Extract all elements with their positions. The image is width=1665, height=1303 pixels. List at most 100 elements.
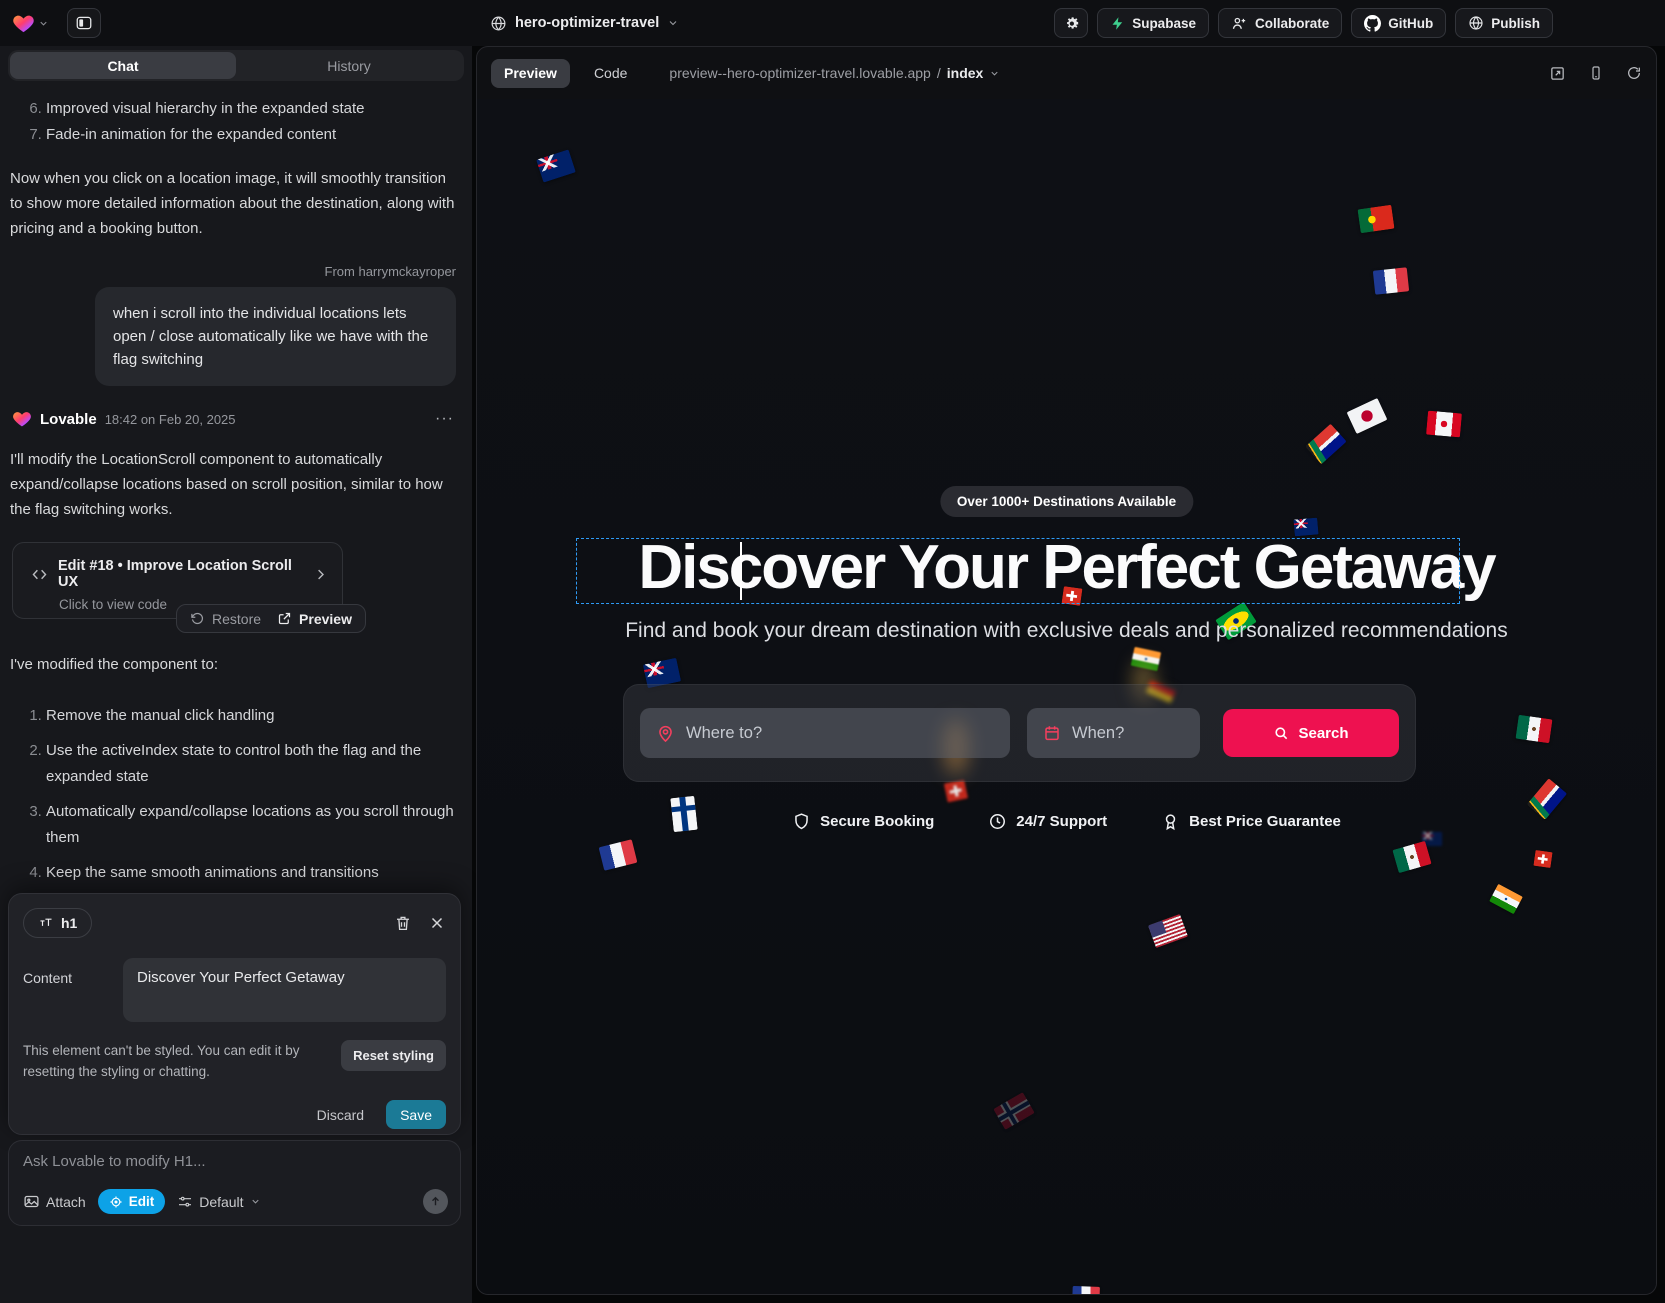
mobile-view-button[interactable] [1588, 65, 1604, 82]
lovable-heart-icon [12, 409, 32, 429]
assistant-paragraph: I've modified the component to: [10, 652, 462, 677]
preview-url[interactable]: preview--hero-optimizer-travel.lovable.a… [669, 65, 1000, 81]
edit-card-wrap: Edit #18 • Improve Location Scroll UX Cl… [12, 542, 352, 634]
search-icon [1273, 725, 1289, 741]
code-icon [31, 566, 48, 583]
lovable-heart-icon [12, 12, 35, 35]
style-note: This element can't be styled. You can ed… [23, 1040, 335, 1082]
flag-mx-icon [1515, 715, 1552, 743]
assistant-list-continued: Improved visual hierarchy in the expande… [46, 96, 462, 148]
chevron-down-icon [38, 18, 49, 29]
tab-code[interactable]: Code [581, 59, 640, 88]
toggle-sidebar-button[interactable] [67, 8, 101, 38]
flag-jp-icon [1347, 398, 1388, 434]
external-link-icon [277, 611, 292, 626]
flag-ch-icon [944, 779, 968, 802]
content-textarea[interactable]: Discover Your Perfect Getaway [123, 958, 446, 1022]
mode-selector[interactable]: Default [177, 1194, 260, 1210]
restore-button[interactable]: Restore [190, 611, 261, 627]
open-in-new-tab-button[interactable] [1549, 65, 1566, 82]
assistant-paragraph: Now when you click on a location image, … [10, 166, 462, 241]
destinations-badge: Over 1000+ Destinations Available [940, 486, 1193, 517]
flag-pt-icon [1357, 205, 1394, 233]
chevron-down-icon [989, 68, 1000, 79]
feature-secure-booking: Secure Booking [792, 812, 934, 831]
composer-input[interactable] [23, 1153, 446, 1170]
hero-title[interactable]: Discover Your Perfect Getaway [477, 532, 1656, 603]
date-field[interactable] [1027, 708, 1200, 758]
assistant-message-header: Lovable 18:42 on Feb 20, 2025 ··· [10, 409, 462, 429]
preview-version-button[interactable]: Preview [277, 611, 352, 627]
flag-fr-icon [1373, 267, 1409, 294]
map-pin-icon [656, 724, 675, 743]
tab-chat[interactable]: Chat [10, 52, 236, 79]
shield-icon [792, 812, 811, 831]
element-editor-panel: h1 Content Discover Your Perfect Getaway… [8, 893, 461, 1135]
typography-icon [38, 916, 54, 930]
close-panel-button[interactable] [428, 914, 446, 932]
when-input[interactable] [1072, 724, 1184, 743]
assistant-name: Lovable [40, 411, 97, 428]
send-button[interactable] [423, 1189, 448, 1214]
where-to-input[interactable] [686, 724, 994, 743]
globe-icon [1468, 15, 1484, 31]
hero-subtitle: Find and book your dream destination wit… [477, 619, 1656, 643]
preview-frame: Preview Code preview--hero-optimizer-tra… [476, 46, 1657, 1295]
settings-button[interactable] [1054, 8, 1088, 38]
message-timestamp: 18:42 on Feb 20, 2025 [105, 412, 236, 427]
restore-preview-pill: Restore Preview [176, 604, 366, 633]
panel-toggle-icon [75, 14, 93, 32]
chevron-down-icon [250, 1196, 261, 1207]
supabase-button[interactable]: Supabase [1097, 8, 1209, 38]
flag-za-icon [1305, 424, 1346, 465]
edit-card-title: Edit #18 • Improve Location Scroll UX [58, 558, 293, 590]
search-card: Search [623, 684, 1416, 782]
element-tag-chip[interactable]: h1 [23, 908, 92, 938]
gear-icon [1063, 15, 1080, 32]
sliders-icon [177, 1194, 193, 1210]
assistant-paragraph: I'll modify the LocationScroll component… [10, 447, 462, 522]
reset-styling-button[interactable]: Reset styling [341, 1040, 446, 1071]
github-button[interactable]: GitHub [1351, 8, 1446, 38]
collaborate-button[interactable]: Collaborate [1218, 8, 1342, 38]
image-icon [23, 1193, 40, 1210]
list-item: Automatically expand/collapse locations … [46, 799, 462, 851]
element-tag-label: h1 [61, 915, 77, 931]
flag-au-icon [536, 149, 576, 182]
list-item: Improved visual hierarchy in the expande… [46, 96, 462, 122]
target-icon [109, 1195, 123, 1209]
url-page: index [947, 65, 984, 81]
chat-composer: Attach Edit Default [8, 1140, 461, 1226]
feature-row: Secure Booking 24/7 Support Best Price G… [477, 812, 1656, 831]
delete-element-button[interactable] [394, 914, 412, 932]
tab-preview[interactable]: Preview [491, 59, 570, 88]
calendar-icon [1043, 724, 1061, 742]
search-button[interactable]: Search [1223, 709, 1399, 757]
preview-viewport[interactable]: Over 1000+ Destinations Available Discov… [477, 99, 1656, 1295]
attach-button[interactable]: Attach [23, 1193, 86, 1210]
refresh-button[interactable] [1626, 65, 1642, 82]
globe-icon [490, 15, 507, 32]
flag-ca-icon [1426, 411, 1462, 438]
tab-history[interactable]: History [236, 52, 462, 79]
flag-fr-icon [599, 839, 638, 871]
message-menu-button[interactable]: ··· [429, 410, 460, 428]
flag-mx-icon [1392, 841, 1431, 873]
users-icon [1231, 15, 1248, 32]
project-selector[interactable]: hero-optimizer-travel [490, 8, 679, 38]
chat-scroll[interactable]: Improved visual hierarchy in the expande… [0, 96, 472, 921]
destination-field[interactable] [640, 708, 1010, 758]
content-label: Content [23, 958, 123, 1022]
feature-price-guarantee: Best Price Guarantee [1161, 812, 1341, 831]
discard-button[interactable]: Discard [317, 1107, 364, 1123]
flag-in-icon [1489, 884, 1523, 914]
edit-mode-pill[interactable]: Edit [98, 1189, 166, 1214]
award-icon [1161, 812, 1180, 831]
arrow-up-icon [429, 1195, 442, 1208]
lovable-logo-menu[interactable] [12, 12, 49, 35]
feature-support: 24/7 Support [988, 812, 1107, 831]
assistant-steps-list: Remove the manual click handling Use the… [46, 703, 462, 921]
list-item: Use the activeIndex state to control bot… [46, 738, 462, 790]
publish-button[interactable]: Publish [1455, 8, 1553, 38]
save-button[interactable]: Save [386, 1100, 446, 1129]
